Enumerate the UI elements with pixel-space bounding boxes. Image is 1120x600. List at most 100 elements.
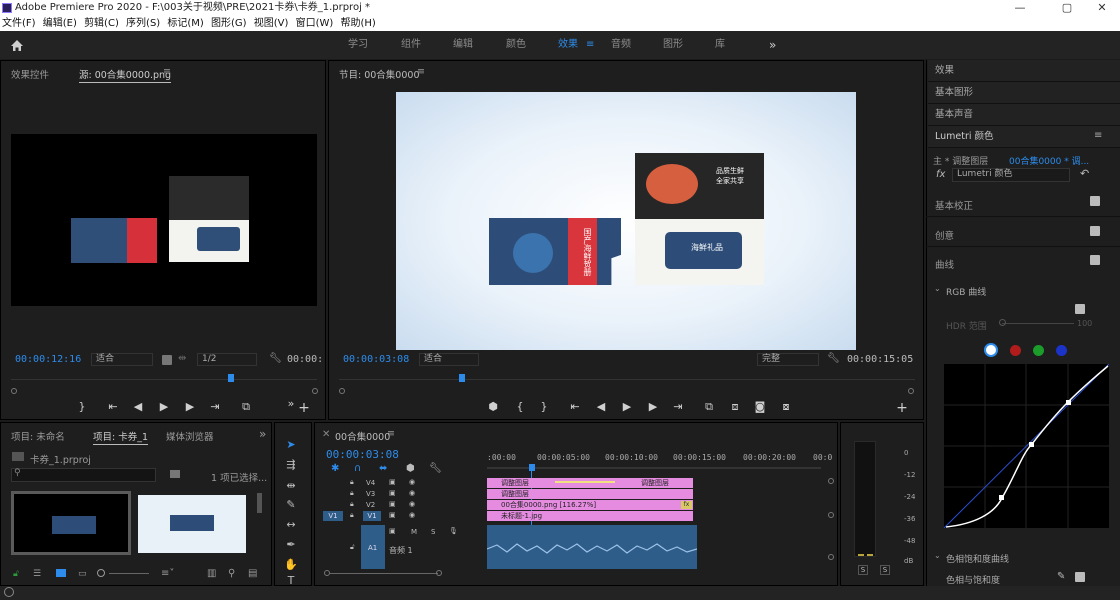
program-playhead[interactable] <box>459 374 465 382</box>
track-mute-a1[interactable]: M <box>411 528 417 536</box>
tab-media-browser[interactable]: 媒体浏览器 <box>166 429 214 443</box>
workspace-tab-editing[interactable]: 编辑 <box>453 31 473 59</box>
hue-sat-chevron-icon[interactable]: ⌄ <box>934 551 941 560</box>
lumetri-menu-icon[interactable]: ≡ <box>1094 130 1102 141</box>
timeline-ruler[interactable]: :00:00 00:00:05:00 00:00:10:00 00:00:15:… <box>487 453 832 463</box>
program-mark-out-icon[interactable]: } <box>536 400 552 413</box>
clip-png-v2[interactable]: 00合集0000.png [116.27%] <box>487 500 693 510</box>
panel-basic-graphics[interactable]: 基本图形 <box>928 82 1120 104</box>
track-label-v4[interactable]: V4 <box>366 479 375 487</box>
program-step-forward-icon[interactable]: ▶ <box>645 400 661 413</box>
rgb-curves-checkbox[interactable] <box>1075 304 1085 314</box>
v-scroll-handle-a1[interactable] <box>828 554 834 560</box>
track-label-a1[interactable]: A1 <box>368 544 377 552</box>
curve-channel-green[interactable] <box>1033 345 1044 356</box>
source-panel-menu-icon[interactable]: ≡ <box>163 66 171 77</box>
workspace-tab-effects[interactable]: 效果 <box>558 31 578 59</box>
source-insert-icon[interactable]: ⧉ <box>238 400 254 414</box>
workspace-tab-libraries[interactable]: 库 <box>715 31 725 59</box>
menu-graphics[interactable]: 图形(G) <box>211 18 247 29</box>
clip-audio-a1[interactable] <box>487 525 697 569</box>
snap-magnet-icon[interactable]: ∩ <box>354 463 361 474</box>
track-sync-v2-icon[interactable]: ▣ <box>389 500 396 508</box>
lock-icon[interactable]: 🔓︎ <box>13 569 19 579</box>
freeform-view-icon[interactable]: ▭ <box>78 569 87 579</box>
track-eye-v2-icon[interactable]: ◉ <box>409 500 415 508</box>
track-lock-v4-icon[interactable]: 🔒︎ <box>350 478 354 487</box>
section-curves[interactable]: 曲线 <box>935 257 954 271</box>
rgb-curves-chevron-icon[interactable]: ⌄ <box>934 284 941 293</box>
source-scrub-bar[interactable] <box>11 379 317 385</box>
program-quality-dropdown[interactable]: 完整 <box>757 353 819 366</box>
track-lock-v2-icon[interactable]: 🔒︎ <box>350 500 354 509</box>
timeline-sequence-name[interactable]: 00合集0000 <box>335 429 390 443</box>
v-scroll-handle-top[interactable] <box>828 478 834 484</box>
lumetri-effect-dropdown[interactable]: Lumetri 颜色 <box>952 168 1070 182</box>
zoom-slider-track[interactable] <box>109 573 149 574</box>
section-creative[interactable]: 创意 <box>935 228 954 242</box>
track-solo-a1[interactable]: S <box>431 528 435 536</box>
lumetri-sequence-clip[interactable]: 00合集0000 * 调... <box>1009 154 1089 167</box>
menu-window[interactable]: 窗口(W) <box>296 18 334 29</box>
timeline-playhead[interactable] <box>529 464 535 471</box>
rgb-curves-label[interactable]: RGB 曲线 <box>946 285 986 298</box>
timeline-close-icon[interactable]: ✕ <box>322 429 330 440</box>
curves-checkbox[interactable] <box>1090 255 1100 265</box>
source-step-back-icon[interactable]: ◀ <box>130 400 146 413</box>
curve-point-3[interactable] <box>1066 400 1071 405</box>
tab-project-coupon[interactable]: 项目: 卡券_1 <box>93 429 149 445</box>
status-indicator-icon[interactable] <box>4 587 14 597</box>
new-bin-icon[interactable] <box>170 470 180 478</box>
track-source-v1[interactable]: V1 <box>323 511 343 521</box>
source-play-icon[interactable]: ▶ <box>156 400 172 413</box>
source-resolution-dropdown[interactable]: 1/2 <box>197 353 257 366</box>
track-eye-v4-icon[interactable]: ◉ <box>409 478 415 486</box>
program-compare-icon[interactable]: ⧇ <box>778 400 794 414</box>
curve-channel-red[interactable] <box>1010 345 1021 356</box>
program-extract-icon[interactable]: ⧈ <box>727 400 743 414</box>
track-lock-v1-icon[interactable]: 🔒︎ <box>350 511 354 520</box>
reset-effect-icon[interactable]: ↶ <box>1080 167 1089 180</box>
tab-effect-controls[interactable]: 效果控件 <box>11 67 49 81</box>
workspace-tab-learn[interactable]: 学习 <box>348 31 368 59</box>
hue-sat-curves-label[interactable]: 色相饱和度曲线 <box>946 552 1009 565</box>
timeline-menu-icon[interactable]: ≡ <box>387 428 395 439</box>
slip-tool-icon[interactable]: ↔ <box>283 517 299 533</box>
hand-tool-icon[interactable]: ✋ <box>283 557 299 573</box>
program-goto-out-icon[interactable]: ⇥ <box>670 400 686 413</box>
workspace-tab-color[interactable]: 颜色 <box>506 31 526 59</box>
lumetri-master-clip[interactable]: 主 * 调整图层 <box>933 154 988 167</box>
track-sync-v4-icon[interactable]: ▣ <box>389 478 396 486</box>
source-fit-dropdown[interactable]: 适合 <box>91 353 153 366</box>
maximize-button[interactable]: ▢ <box>1047 0 1087 16</box>
automate-icon[interactable]: ▥ <box>207 568 216 579</box>
work-area-bar[interactable] <box>487 467 821 469</box>
program-timecode[interactable]: 00:00:03:08 <box>343 354 409 365</box>
find-icon[interactable]: ⚲ <box>228 568 235 579</box>
curve-point-1[interactable] <box>999 495 1004 500</box>
menu-view[interactable]: 视图(V) <box>254 18 289 29</box>
track-sync-v3-icon[interactable]: ▣ <box>389 489 396 497</box>
track-sync-a1-icon[interactable]: ▣ <box>389 527 396 535</box>
pen-tool-icon[interactable]: ✒ <box>283 537 299 553</box>
tab-project-unnamed[interactable]: 项目: 未命名 <box>11 429 65 443</box>
track-sync-v1-icon[interactable]: ▣ <box>389 511 396 519</box>
meter-solo-right[interactable]: S <box>880 565 890 575</box>
source-settings-wrench-icon[interactable]: 🔧︎ <box>269 353 282 364</box>
source-goto-in-icon[interactable]: ⇤ <box>105 400 121 413</box>
track-label-v1[interactable]: V1 <box>363 511 381 521</box>
workspace-menu-icon[interactable]: ≡ <box>586 31 594 59</box>
menu-help[interactable]: 帮助(H) <box>341 18 376 29</box>
track-lock-a1-icon[interactable]: 🔓︎ <box>350 543 355 552</box>
meter-solo-left[interactable]: S <box>858 565 868 575</box>
program-scrub-bar[interactable] <box>339 379 915 385</box>
program-fit-dropdown[interactable]: 适合 <box>419 353 479 366</box>
add-marker-icon[interactable]: ⬢ <box>406 463 415 474</box>
source-split-icon[interactable]: ⇹ <box>178 353 186 364</box>
project-search-input[interactable] <box>11 468 156 482</box>
clip-jpg-v1[interactable]: 未标题-1.jpg <box>487 511 693 521</box>
source-mark-out-icon[interactable]: } <box>74 400 90 413</box>
program-zoom-handle-right[interactable] <box>908 388 914 394</box>
program-settings-wrench-icon[interactable]: 🔧︎ <box>827 353 840 364</box>
source-timecode[interactable]: 00:00:12:16 <box>15 354 81 365</box>
